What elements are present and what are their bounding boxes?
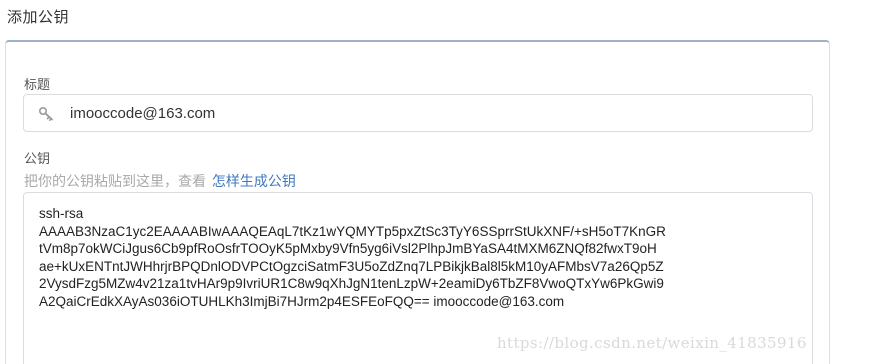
key-icon xyxy=(38,106,53,121)
public-key-hint: 把你的公钥粘贴到这里，查看 怎样生成公钥 xyxy=(24,171,296,191)
how-to-generate-key-link[interactable]: 怎样生成公钥 xyxy=(212,173,296,189)
add-public-key-form: 标题 imooccode@163.com 公钥 把你的公钥粘贴到这里，查看 怎样… xyxy=(5,40,830,364)
page-title: 添加公钥 xyxy=(7,9,70,26)
public-key-hint-text: 把你的公钥粘贴到这里，查看 xyxy=(24,173,210,189)
page: 添加公钥 标题 imooccode@163.com 公钥 把你的公钥粘贴到这里，… xyxy=(0,0,878,364)
title-field-label: 标题 xyxy=(24,77,51,92)
title-input-value: imooccode@163.com xyxy=(70,105,216,122)
title-input[interactable]: imooccode@163.com xyxy=(23,94,813,132)
public-key-field-label: 公钥 xyxy=(24,151,51,166)
watermark: https://blog.csdn.net/weixin_41835916 xyxy=(497,334,807,352)
